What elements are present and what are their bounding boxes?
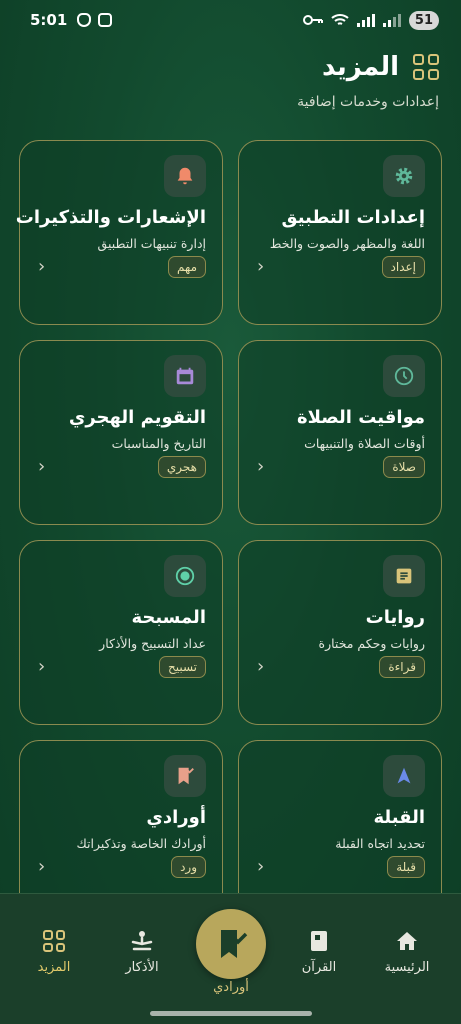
card-notifications[interactable]: الإشعارات والتذكيرات إدارة تنبيهات التطب… [15,140,223,325]
chevron-left-icon: ‹ [257,656,265,677]
book-icon [279,928,359,954]
nav-label: الأذكار [125,960,159,975]
card-narrations[interactable]: روايات روايات وحكم مختارة قراءة ‹ [238,540,442,725]
shield-status-icon [77,13,92,27]
nav-label: القرآن [301,960,337,975]
signal-icon-2 [382,13,401,27]
bell-icon [164,155,206,197]
card-title: التقويم الهجري [68,407,206,428]
clock-icon [383,355,425,397]
card-badge: قبلة [387,856,425,878]
card-badge: ورد [171,856,206,878]
cards-grid: الإشعارات والتذكيرات إدارة تنبيهات التطب… [15,140,442,925]
card-desc: عداد التسبيح والأذكار [99,636,206,651]
grid-icon [413,54,439,80]
card-title: المسبحة [131,607,206,628]
card-app-settings[interactable]: إعدادات التطبيق اللغة والمظهر والصوت وال… [238,140,442,325]
card-badge: تسبيح [158,656,206,678]
card-desc: إدارة تنبيهات التطبيق [97,236,206,251]
article-icon [383,555,425,597]
status-bar: 5:01 51 [0,0,461,40]
grid-icon [14,928,94,954]
nav-item-home[interactable]: الرئيسية [367,928,447,975]
card-badge: قراءة [379,656,425,678]
card-prayer-times[interactable]: مواقيت الصلاة أوقات الصلاة والتنبيهات صل… [238,340,442,525]
chevron-left-icon: ‹ [257,256,265,277]
navigation-arrow-icon [383,755,425,797]
card-title: مواقيت الصلاة [296,407,425,428]
card-badge: هجري [157,456,206,478]
card-desc: أورادك الخاصة وتذكيراتك [76,836,207,851]
nav-item-more[interactable]: المزيد [14,928,94,975]
key-icon [302,15,323,25]
calendar-icon [164,355,206,397]
meditation-icon [102,928,182,954]
page-title: المزيد [321,52,399,82]
home-icon [367,928,447,954]
battery-indicator: 51 [408,10,439,30]
nav-item-quran[interactable]: القرآن [279,928,359,975]
card-tasbih[interactable]: المسبحة عداد التسبيح والأذكار تسبيح ‹ [19,540,223,725]
chevron-left-icon: ‹ [38,256,46,277]
awradi-fab-button[interactable] [196,909,266,979]
card-desc: التاريخ والمناسبات [111,436,206,451]
card-hijri-calendar[interactable]: التقويم الهجري التاريخ والمناسبات هجري ‹ [19,340,223,525]
chevron-left-icon: ‹ [38,456,46,477]
chevron-left-icon: ‹ [257,456,265,477]
home-indicator[interactable] [150,1011,312,1016]
card-badge: إعداد [381,256,425,278]
page-header: المزيد إعدادات وخدمات إضافية [19,52,439,110]
chevron-left-icon: ‹ [38,656,46,677]
wifi-icon [331,14,349,25]
radio-dot-icon [164,555,206,597]
chevron-left-icon: ‹ [257,856,265,877]
nav-label-awradi: أورادي [213,980,249,995]
status-time: 5:01 [30,11,68,29]
card-desc: تحديد اتجاه القبلة [335,836,425,851]
card-title: أورادي [146,807,206,828]
bookmark-check-icon [221,930,248,958]
card-badge: صلاة [383,456,425,478]
nav-label: المزيد [37,960,71,975]
card-title: القبلة [373,807,426,828]
screenshot-status-icon [98,13,113,27]
gear-icon [383,155,425,197]
card-title: روايات [365,607,425,628]
bottom-nav: المزيد الأذكار أورادي القرآن الرئيسية [0,893,461,1024]
card-desc: روايات وحكم مختارة [318,636,425,651]
nav-label: الرئيسية [384,960,430,975]
page-subtitle: إعدادات وخدمات إضافية [297,94,439,110]
card-badge: مهم [168,256,206,278]
card-title: الإشعارات والتذكيرات [15,207,206,228]
signal-icon [356,13,375,27]
bookmark-check-icon [164,755,206,797]
chevron-left-icon: ‹ [38,856,46,877]
card-desc: اللغة والمظهر والصوت والخط [269,236,425,251]
card-desc: أوقات الصلاة والتنبيهات [304,436,425,451]
card-title: إعدادات التطبيق [281,207,425,228]
nav-item-adhkar[interactable]: الأذكار [102,928,182,975]
